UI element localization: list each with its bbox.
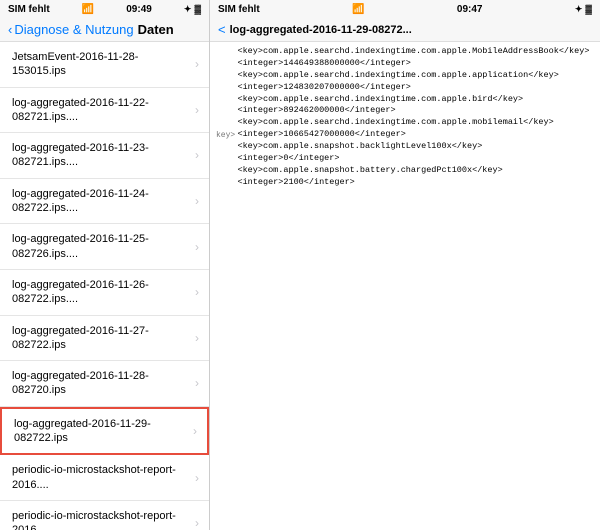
- xml-line: <integer>0</integer>: [237, 153, 594, 165]
- list-item[interactable]: log-aggregated-2016-11-24-082722.ips....…: [0, 179, 209, 225]
- right-back-button[interactable]: <: [218, 22, 226, 37]
- list-item-chevron-icon: ›: [195, 148, 199, 162]
- xml-line: <key>com.apple.searchd.indexingtime.com.…: [237, 117, 594, 129]
- xml-line: <key>com.apple.searchd.indexingtime.com.…: [237, 94, 594, 106]
- xml-line: <integer>144649388000000</integer>: [237, 58, 594, 70]
- left-panel: SIM fehlt 📶 09:49 ✦ ▓ ‹ Diagnose & Nutzu…: [0, 0, 210, 530]
- xml-line: <integer>10665427000000</integer>: [237, 129, 594, 141]
- list-item-text: periodic-io-microstackshot-report-2016..…: [12, 509, 191, 530]
- left-carrier: SIM fehlt: [8, 4, 50, 15]
- list-item-chevron-icon: ›: [195, 240, 199, 254]
- xml-key-label: [216, 46, 237, 129]
- list-item[interactable]: JetsamEvent-2016-11-28-153015.ips ›: [0, 42, 209, 88]
- list-item-chevron-icon: ›: [193, 424, 197, 438]
- list-item-text: periodic-io-microstackshot-report-2016..…: [12, 463, 191, 492]
- right-panel: SIM fehlt 📶 09:47 ✦ ▓ < log-aggregated-2…: [210, 0, 600, 530]
- list-item[interactable]: log-aggregated-2016-11-28-082720.ips ›: [0, 361, 209, 407]
- list-item-text: log-aggregated-2016-11-25-082726.ips....: [12, 232, 191, 261]
- left-wifi-icon: 📶: [82, 4, 94, 15]
- xml-line: <key>com.apple.searchd.indexingtime.com.…: [237, 70, 594, 82]
- right-time: 09:47: [457, 4, 483, 15]
- list-item-text: log-aggregated-2016-11-26-082722.ips....: [12, 278, 191, 307]
- list-item-text: log-aggregated-2016-11-29-082722.ips: [14, 417, 189, 446]
- list-item-chevron-icon: ›: [195, 194, 199, 208]
- left-back-label: Diagnose & Nutzung: [14, 22, 133, 37]
- list-item[interactable]: periodic-io-microstackshot-report-2016..…: [0, 501, 209, 530]
- list-item-chevron-icon: ›: [195, 376, 199, 390]
- xml-key-label: key>: [216, 129, 237, 188]
- xml-content-cell: <key>com.apple.searchd.indexingtime.com.…: [237, 46, 594, 129]
- right-wifi-icon: 📶: [352, 4, 364, 15]
- left-nav-header: ‹ Diagnose & Nutzung Daten: [0, 18, 209, 42]
- xml-line: <integer>892462000000</integer>: [237, 105, 594, 117]
- list-item-text: log-aggregated-2016-11-22-082721.ips....: [12, 96, 191, 125]
- list-item-text: log-aggregated-2016-11-24-082722.ips....: [12, 187, 191, 216]
- xml-content-area[interactable]: <key>com.apple.searchd.indexingtime.com.…: [210, 42, 600, 530]
- right-nav-header: < log-aggregated-2016-11-29-08272...: [210, 18, 600, 42]
- list-item-text: log-aggregated-2016-11-28-082720.ips: [12, 369, 191, 398]
- right-carrier: SIM fehlt: [218, 4, 260, 15]
- left-status-icons: ✦ ▓: [184, 4, 201, 15]
- left-nav-title: Daten: [138, 22, 174, 37]
- list-item-text: log-aggregated-2016-11-23-082721.ips....: [12, 141, 191, 170]
- xml-content-cell: <integer>10665427000000</integer><key>co…: [237, 129, 594, 188]
- right-bluetooth-icon: ✦: [575, 4, 583, 15]
- xml-line: <key>com.apple.searchd.indexingtime.com.…: [237, 46, 594, 58]
- list-item-chevron-icon: ›: [195, 516, 199, 530]
- xml-line: <integer>2100</integer>: [237, 177, 594, 189]
- list-item-text: JetsamEvent-2016-11-28-153015.ips: [12, 50, 191, 79]
- left-bluetooth-icon: ✦: [184, 4, 192, 15]
- left-time: 09:49: [126, 4, 152, 15]
- list-item-chevron-icon: ›: [195, 57, 199, 71]
- list-item[interactable]: log-aggregated-2016-11-29-082722.ips ›: [0, 407, 209, 456]
- right-battery-icon: ▓: [585, 4, 592, 14]
- left-back-button[interactable]: ‹ Diagnose & Nutzung: [8, 22, 134, 37]
- list-item-chevron-icon: ›: [195, 285, 199, 299]
- xml-line: <key>com.apple.snapshot.backlightLevel10…: [237, 141, 594, 153]
- list-item-text: log-aggregated-2016-11-27-082722.ips: [12, 324, 191, 353]
- list-item[interactable]: log-aggregated-2016-11-26-082722.ips....…: [0, 270, 209, 316]
- list-item[interactable]: log-aggregated-2016-11-23-082721.ips....…: [0, 133, 209, 179]
- list-item[interactable]: periodic-io-microstackshot-report-2016..…: [0, 455, 209, 501]
- list-item[interactable]: log-aggregated-2016-11-22-082721.ips....…: [0, 88, 209, 134]
- left-status-bar: SIM fehlt 📶 09:49 ✦ ▓: [0, 0, 209, 18]
- list-item-chevron-icon: ›: [195, 331, 199, 345]
- left-battery-icon: ▓: [194, 4, 201, 14]
- xml-line: <key>com.apple.snapshot.battery.chargedP…: [237, 165, 594, 177]
- xml-line: <integer>124830207000000</integer>: [237, 82, 594, 94]
- right-status-icons: ✦ ▓: [575, 4, 592, 15]
- list-item[interactable]: log-aggregated-2016-11-27-082722.ips ›: [0, 316, 209, 362]
- left-list: JetsamEvent-2016-11-28-153015.ips›log-ag…: [0, 42, 209, 530]
- right-nav-title: log-aggregated-2016-11-29-08272...: [230, 24, 592, 36]
- left-back-chevron: ‹: [8, 22, 12, 37]
- list-item[interactable]: log-aggregated-2016-11-25-082726.ips....…: [0, 224, 209, 270]
- list-item-chevron-icon: ›: [195, 471, 199, 485]
- right-status-bar: SIM fehlt 📶 09:47 ✦ ▓: [210, 0, 600, 18]
- list-item-chevron-icon: ›: [195, 103, 199, 117]
